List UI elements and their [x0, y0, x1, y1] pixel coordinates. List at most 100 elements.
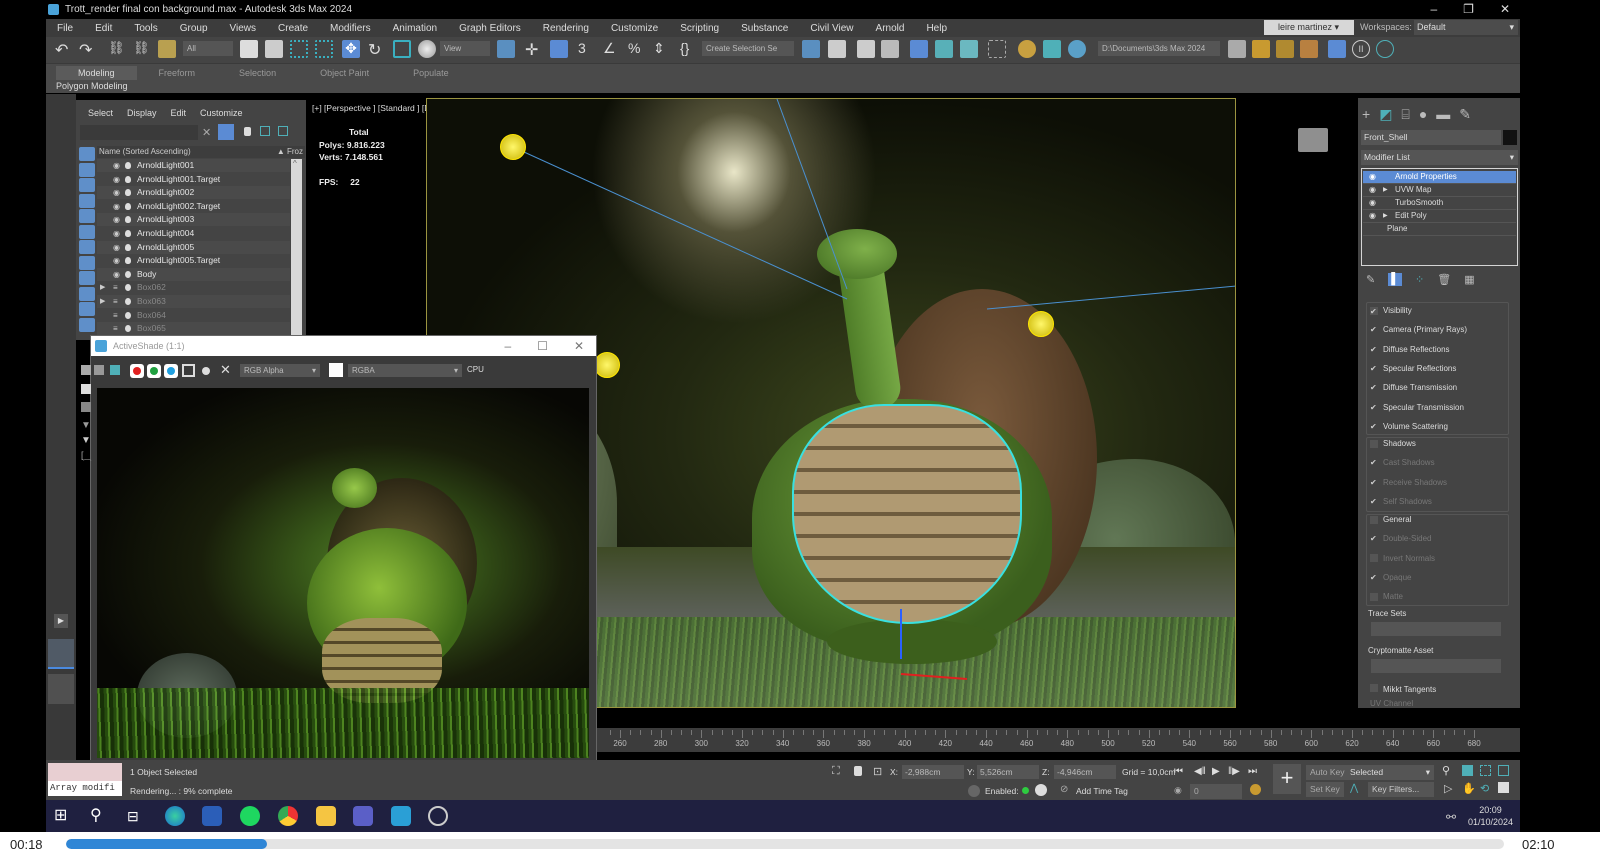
modifier-stack-item[interactable]: ◉ Arnold Properties	[1363, 171, 1516, 184]
scene-explorer-icon[interactable]	[857, 40, 875, 58]
object-name-input[interactable]: Front_Shell	[1361, 130, 1501, 145]
create-tab-icon[interactable]: +	[1362, 106, 1370, 123]
bind-space-warp-icon[interactable]	[158, 40, 176, 58]
filter-particles-icon[interactable]	[79, 302, 95, 316]
explorer-menu-customize[interactable]: Customize	[200, 108, 243, 118]
current-frame-field[interactable]: 0	[1190, 784, 1242, 799]
explorer-row[interactable]: ◉ Body	[97, 267, 290, 281]
x-coordinate-field[interactable]: -2,988cm	[902, 765, 964, 779]
render-production-icon[interactable]	[1068, 40, 1086, 58]
ribbon-tab-freeform[interactable]: Freeform	[137, 66, 218, 80]
set-keyframe-button[interactable]: +	[1273, 764, 1301, 794]
autobackup-icon[interactable]	[1328, 40, 1346, 58]
named-selection-dropdown[interactable]: Create Selection Se	[702, 41, 794, 56]
ribbon-tab-object-paint[interactable]: Object Paint	[298, 66, 391, 80]
display-tab-icon[interactable]: ▬	[1436, 106, 1450, 123]
camera-primary-rays-checkbox[interactable]: ✔ Camera (Primary Rays)	[1370, 325, 1467, 334]
object-color-swatch[interactable]	[1503, 130, 1517, 145]
align-icon[interactable]	[828, 40, 846, 58]
copy-image-icon[interactable]	[94, 365, 104, 375]
menu-graph-editors[interactable]: Graph Editors	[448, 23, 532, 34]
menu-file[interactable]: File	[46, 23, 84, 34]
filter-groups-icon[interactable]	[79, 240, 95, 254]
chrome-icon[interactable]	[278, 806, 298, 826]
arnold-light-gizmo[interactable]	[594, 352, 620, 378]
eye-icon[interactable]: ◉	[113, 254, 120, 267]
sync-icon[interactable]	[1376, 40, 1394, 58]
select-manipulate-icon[interactable]: ✛	[525, 40, 543, 59]
windows-start-icon[interactable]: ⊞	[54, 806, 74, 826]
filter-active-icon[interactable]: ▼	[81, 435, 91, 446]
filter-xrefs-icon[interactable]	[79, 255, 95, 270]
eye-icon[interactable]: ◉	[113, 213, 120, 226]
explorer-column-header[interactable]: Name (Sorted Ascending) ▲ Froz	[97, 146, 305, 158]
menu-customize[interactable]: Customize	[600, 23, 669, 34]
general-checkbox[interactable]: General	[1370, 515, 1411, 524]
select-object-icon[interactable]	[240, 40, 258, 58]
hierarchy-tab-icon[interactable]: ⌸	[1401, 106, 1409, 123]
filter-bones-icon[interactable]	[79, 271, 95, 285]
key-tangent-icon[interactable]: ⋀	[1350, 783, 1358, 794]
filter-icon[interactable]	[218, 124, 234, 140]
eye-icon[interactable]: ◉	[113, 200, 120, 213]
expand-arrow-icon[interactable]: ▶	[100, 281, 105, 294]
monochrome-icon[interactable]	[202, 367, 210, 375]
set-key-button[interactable]: Set Key	[1306, 782, 1344, 797]
minimize-button[interactable]: –	[504, 336, 511, 356]
bracket-icon[interactable]: [⁔	[81, 450, 91, 461]
go-to-end-icon[interactable]: ⏭	[1248, 766, 1257, 777]
obs-icon[interactable]	[428, 806, 448, 826]
explorer-search-input[interactable]	[80, 125, 198, 140]
maxscript-listener-output[interactable]: Array modifi	[48, 781, 122, 796]
filter-space-warps-icon[interactable]	[79, 224, 95, 239]
explorer-row[interactable]: ▶ ≡ Box063	[97, 295, 290, 308]
expand-arrow-icon[interactable]: ▶	[100, 295, 105, 308]
explorer-row[interactable]: ◉ ArnoldLight001.Target	[97, 173, 290, 186]
viewport-layout-tab[interactable]	[48, 639, 74, 669]
curve-editor-icon[interactable]	[935, 40, 953, 58]
minimize-button[interactable]: –	[1430, 0, 1437, 18]
spotify-icon[interactable]	[240, 806, 260, 826]
filter-helpers-icon[interactable]	[79, 209, 95, 223]
eye-icon[interactable]: ◉	[1369, 184, 1376, 197]
layer-icon[interactable]: ≡	[113, 322, 118, 335]
modify-tab-icon[interactable]: ◩	[1379, 106, 1392, 123]
toggle-icon[interactable]	[1035, 784, 1047, 796]
scale-icon[interactable]	[393, 40, 411, 58]
clear-icon[interactable]: ✕	[220, 362, 231, 378]
add-time-tag[interactable]: Add Time Tag	[1076, 786, 1128, 796]
toggle-ribbon-icon[interactable]	[910, 40, 928, 58]
field-of-view-icon[interactable]: ▷	[1444, 782, 1452, 795]
go-to-start-icon[interactable]: ⏮	[1174, 766, 1183, 777]
spinner-snap-icon[interactable]: ⇕	[653, 40, 671, 58]
mikkt-tangents-checkbox[interactable]: Mikkt Tangents	[1370, 684, 1436, 694]
explorer-row[interactable]: ≡ Box065	[97, 322, 290, 336]
ribbon-tab-selection[interactable]: Selection	[217, 66, 298, 80]
angle-snap-icon[interactable]: ∠	[603, 40, 621, 58]
color-swatch[interactable]	[329, 363, 343, 377]
dope-sheet-icon[interactable]	[960, 40, 978, 58]
blue-channel-toggle[interactable]	[164, 364, 178, 378]
clear-search-icon[interactable]: ✕	[202, 126, 211, 139]
video-progress-bar[interactable]	[66, 839, 1504, 849]
specular-transmission-checkbox[interactable]: ✔ Specular Transmission	[1370, 403, 1464, 412]
keyboard-shortcut-override-icon[interactable]	[550, 40, 568, 58]
orbit-icon[interactable]: ⟲	[1480, 782, 1489, 795]
eye-icon[interactable]: ◉	[113, 173, 120, 186]
edge-icon[interactable]	[165, 806, 185, 826]
zoom-all-icon[interactable]	[1462, 765, 1473, 776]
eye-icon[interactable]: ◉	[1369, 210, 1376, 223]
filter-lights-icon[interactable]	[79, 178, 95, 192]
explorer-row[interactable]: ◉ ArnoldLight001	[97, 159, 290, 172]
filter-containers-icon[interactable]	[79, 286, 95, 301]
ribbon-tab-populate[interactable]: Populate	[391, 66, 471, 80]
pan-icon[interactable]: ✋	[1462, 782, 1476, 795]
auto-key-button[interactable]: Auto Key	[1306, 765, 1349, 780]
arnold-light-gizmo[interactable]	[500, 134, 526, 160]
uv-channel-field[interactable]: UV Channel	[1370, 699, 1413, 708]
layer-icon[interactable]: ≡	[113, 281, 118, 294]
menu-animation[interactable]: Animation	[382, 23, 448, 34]
open-file-icon[interactable]	[1228, 40, 1246, 58]
pin-stack-icon[interactable]: ✎	[1366, 273, 1375, 286]
project-folder-dropdown[interactable]: D:\Documents\3ds Max 2024	[1098, 41, 1220, 56]
